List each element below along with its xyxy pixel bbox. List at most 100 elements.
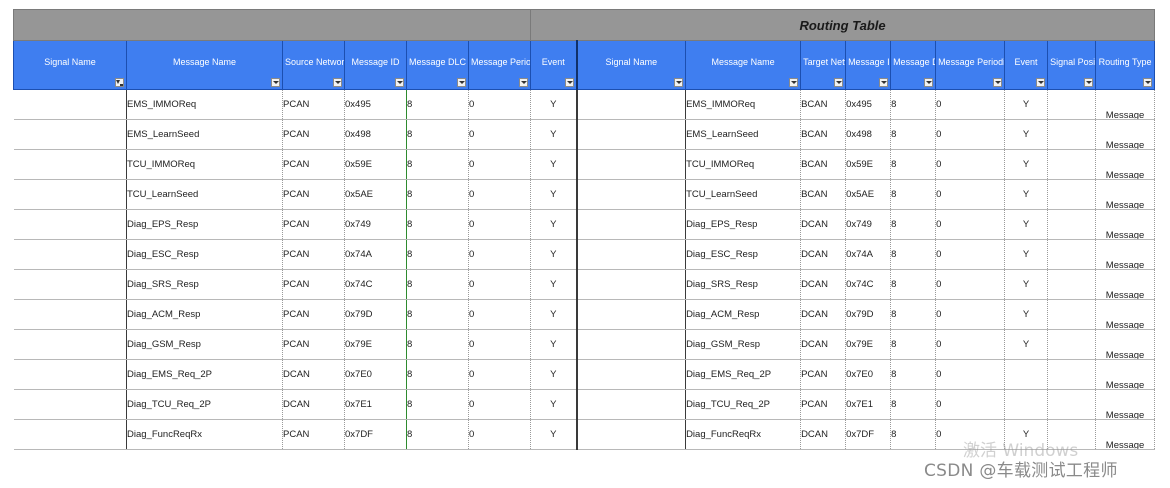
table-cell[interactable]: [575, 329, 687, 360]
table-cell[interactable]: 0x7DF: [845, 419, 892, 450]
column-header[interactable]: Signal Position: [1047, 40, 1097, 90]
table-cell[interactable]: [13, 179, 127, 210]
table-cell[interactable]: [575, 209, 687, 240]
table-cell[interactable]: [1047, 299, 1097, 330]
table-cell[interactable]: Y: [1004, 329, 1049, 360]
table-cell[interactable]: 0: [468, 149, 532, 180]
table-cell[interactable]: Message: [1095, 149, 1156, 180]
table-cell[interactable]: EMS_LearnSeed: [685, 119, 802, 150]
table-cell[interactable]: [575, 419, 687, 450]
table-cell[interactable]: PCAN: [282, 239, 345, 270]
column-header[interactable]: Signal Name: [13, 40, 127, 90]
column-header[interactable]: Message Name: [685, 40, 802, 90]
table-cell[interactable]: 8: [890, 209, 937, 240]
table-cell[interactable]: Message: [1095, 389, 1156, 420]
table-cell[interactable]: [1047, 149, 1097, 180]
dropdown-arrow-icon[interactable]: [993, 78, 1003, 87]
table-cell[interactable]: Y: [1004, 299, 1049, 330]
table-cell[interactable]: DCAN: [282, 359, 345, 390]
table-cell[interactable]: [13, 239, 127, 270]
table-cell[interactable]: Y: [530, 239, 578, 270]
table-cell[interactable]: Y: [1004, 269, 1049, 300]
table-cell[interactable]: 8: [890, 179, 937, 210]
table-cell[interactable]: 8: [406, 239, 469, 270]
table-cell[interactable]: 8: [890, 419, 937, 450]
table-cell[interactable]: BCAN: [800, 89, 847, 120]
table-cell[interactable]: 8: [406, 149, 469, 180]
table-cell[interactable]: 8: [406, 389, 469, 420]
column-header[interactable]: Target Network: [800, 40, 847, 90]
column-header[interactable]: Message ID: [845, 40, 892, 90]
table-cell[interactable]: Message: [1095, 269, 1156, 300]
table-cell[interactable]: Diag_TCU_Req_2P: [126, 389, 283, 420]
table-cell[interactable]: Y: [530, 149, 578, 180]
table-cell[interactable]: Y: [530, 209, 578, 240]
table-cell[interactable]: 0x74C: [845, 269, 892, 300]
table-cell[interactable]: 8: [890, 329, 937, 360]
table-cell[interactable]: [1004, 389, 1049, 420]
table-cell[interactable]: 0x74A: [344, 239, 407, 270]
table-cell[interactable]: DCAN: [800, 329, 847, 360]
column-header[interactable]: Message ID: [344, 40, 407, 90]
table-cell[interactable]: Diag_GSM_Resp: [126, 329, 283, 360]
table-cell[interactable]: PCAN: [282, 419, 345, 450]
table-cell[interactable]: 0: [468, 269, 532, 300]
table-cell[interactable]: Diag_SRS_Resp: [126, 269, 283, 300]
table-cell[interactable]: [575, 89, 687, 120]
table-cell[interactable]: Diag_TCU_Req_2P: [685, 389, 802, 420]
table-cell[interactable]: 0x5AE: [344, 179, 407, 210]
table-cell[interactable]: 0: [935, 299, 1006, 330]
table-cell[interactable]: PCAN: [800, 389, 847, 420]
table-cell[interactable]: PCAN: [282, 179, 345, 210]
table-cell[interactable]: 0: [935, 209, 1006, 240]
table-cell[interactable]: Y: [1004, 179, 1049, 210]
table-cell[interactable]: Y: [1004, 119, 1049, 150]
table-cell[interactable]: 0x5AE: [845, 179, 892, 210]
table-cell[interactable]: [1047, 359, 1097, 390]
table-cell[interactable]: [1047, 89, 1097, 120]
table-cell[interactable]: 0x498: [845, 119, 892, 150]
table-cell[interactable]: 8: [890, 389, 937, 420]
table-cell[interactable]: 0x74A: [845, 239, 892, 270]
table-cell[interactable]: 0: [468, 389, 532, 420]
table-cell[interactable]: [1004, 359, 1049, 390]
table-cell[interactable]: 8: [406, 89, 469, 120]
table-cell[interactable]: Diag_EPS_Resp: [685, 209, 802, 240]
table-cell[interactable]: Diag_ACM_Resp: [685, 299, 802, 330]
table-cell[interactable]: 0: [468, 359, 532, 390]
filter-active-icon[interactable]: [115, 78, 124, 87]
table-cell[interactable]: [13, 149, 127, 180]
table-cell[interactable]: Message: [1095, 89, 1156, 120]
table-cell[interactable]: Diag_ACM_Resp: [126, 299, 283, 330]
table-cell[interactable]: Y: [1004, 209, 1049, 240]
table-cell[interactable]: [13, 329, 127, 360]
column-header[interactable]: Event: [1004, 40, 1049, 90]
table-cell[interactable]: BCAN: [800, 149, 847, 180]
table-cell[interactable]: PCAN: [282, 209, 345, 240]
table-cell[interactable]: 0x7E1: [845, 389, 892, 420]
table-cell[interactable]: 8: [406, 419, 469, 450]
table-cell[interactable]: 0: [935, 89, 1006, 120]
table-cell[interactable]: 8: [406, 209, 469, 240]
dropdown-arrow-icon[interactable]: [564, 78, 574, 87]
table-cell[interactable]: [13, 419, 127, 450]
table-cell[interactable]: 0x7E0: [845, 359, 892, 390]
table-cell[interactable]: 0x7DF: [344, 419, 407, 450]
table-cell[interactable]: 0x495: [344, 89, 407, 120]
table-cell[interactable]: EMS_IMMOReq: [126, 89, 283, 120]
table-cell[interactable]: 8: [406, 119, 469, 150]
column-header[interactable]: Message DLC: [890, 40, 937, 90]
table-cell[interactable]: DCAN: [800, 209, 847, 240]
table-cell[interactable]: Diag_SRS_Resp: [685, 269, 802, 300]
table-cell[interactable]: 0x74C: [344, 269, 407, 300]
table-cell[interactable]: 8: [406, 329, 469, 360]
table-cell[interactable]: [1047, 389, 1097, 420]
table-cell[interactable]: PCAN: [800, 359, 847, 390]
table-cell[interactable]: TCU_LearnSeed: [126, 179, 283, 210]
table-cell[interactable]: 0: [468, 209, 532, 240]
table-cell[interactable]: 0: [468, 329, 532, 360]
table-cell[interactable]: Message: [1095, 419, 1156, 450]
table-cell[interactable]: PCAN: [282, 149, 345, 180]
column-header[interactable]: Message Periodic (ms): [467, 40, 532, 90]
table-cell[interactable]: Diag_EMS_Req_2P: [685, 359, 802, 390]
